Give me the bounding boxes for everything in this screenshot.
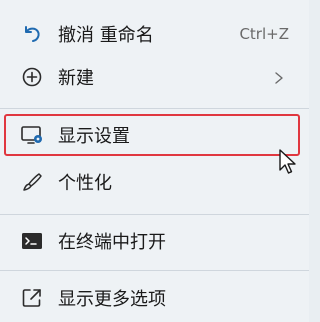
menu-item-open-terminal[interactable]: 在终端中打开 — [0, 219, 309, 263]
share-icon — [20, 286, 44, 310]
context-menu: 撤消 重命名 Ctrl+Z 新建 显示设置 个性化 在终端中打开 显示更多选项 — [0, 0, 309, 322]
shortcut-text: Ctrl+Z — [239, 25, 289, 43]
mouse-cursor-icon — [278, 148, 298, 176]
highlight-box — [4, 114, 300, 156]
divider — [0, 108, 309, 109]
menu-item-label: 在终端中打开 — [58, 232, 166, 253]
divider — [0, 214, 309, 215]
menu-item-label: 个性化 — [58, 173, 112, 194]
brush-icon — [20, 170, 44, 194]
menu-item-show-more-options[interactable]: 显示更多选项 — [0, 276, 309, 320]
chevron-right-icon — [273, 70, 285, 84]
menu-item-personalize[interactable]: 个性化 — [0, 160, 309, 204]
menu-item-label: 新建 — [58, 68, 94, 89]
undo-icon — [20, 22, 44, 46]
menu-item-label: 显示更多选项 — [58, 289, 166, 310]
add-circle-icon — [20, 65, 44, 89]
divider — [0, 270, 309, 271]
menu-item-new[interactable]: 新建 — [0, 55, 309, 99]
menu-item-label: 撤消 重命名 — [58, 25, 154, 46]
menu-item-undo-rename[interactable]: 撤消 重命名 Ctrl+Z — [0, 12, 309, 56]
terminal-icon — [20, 229, 44, 253]
